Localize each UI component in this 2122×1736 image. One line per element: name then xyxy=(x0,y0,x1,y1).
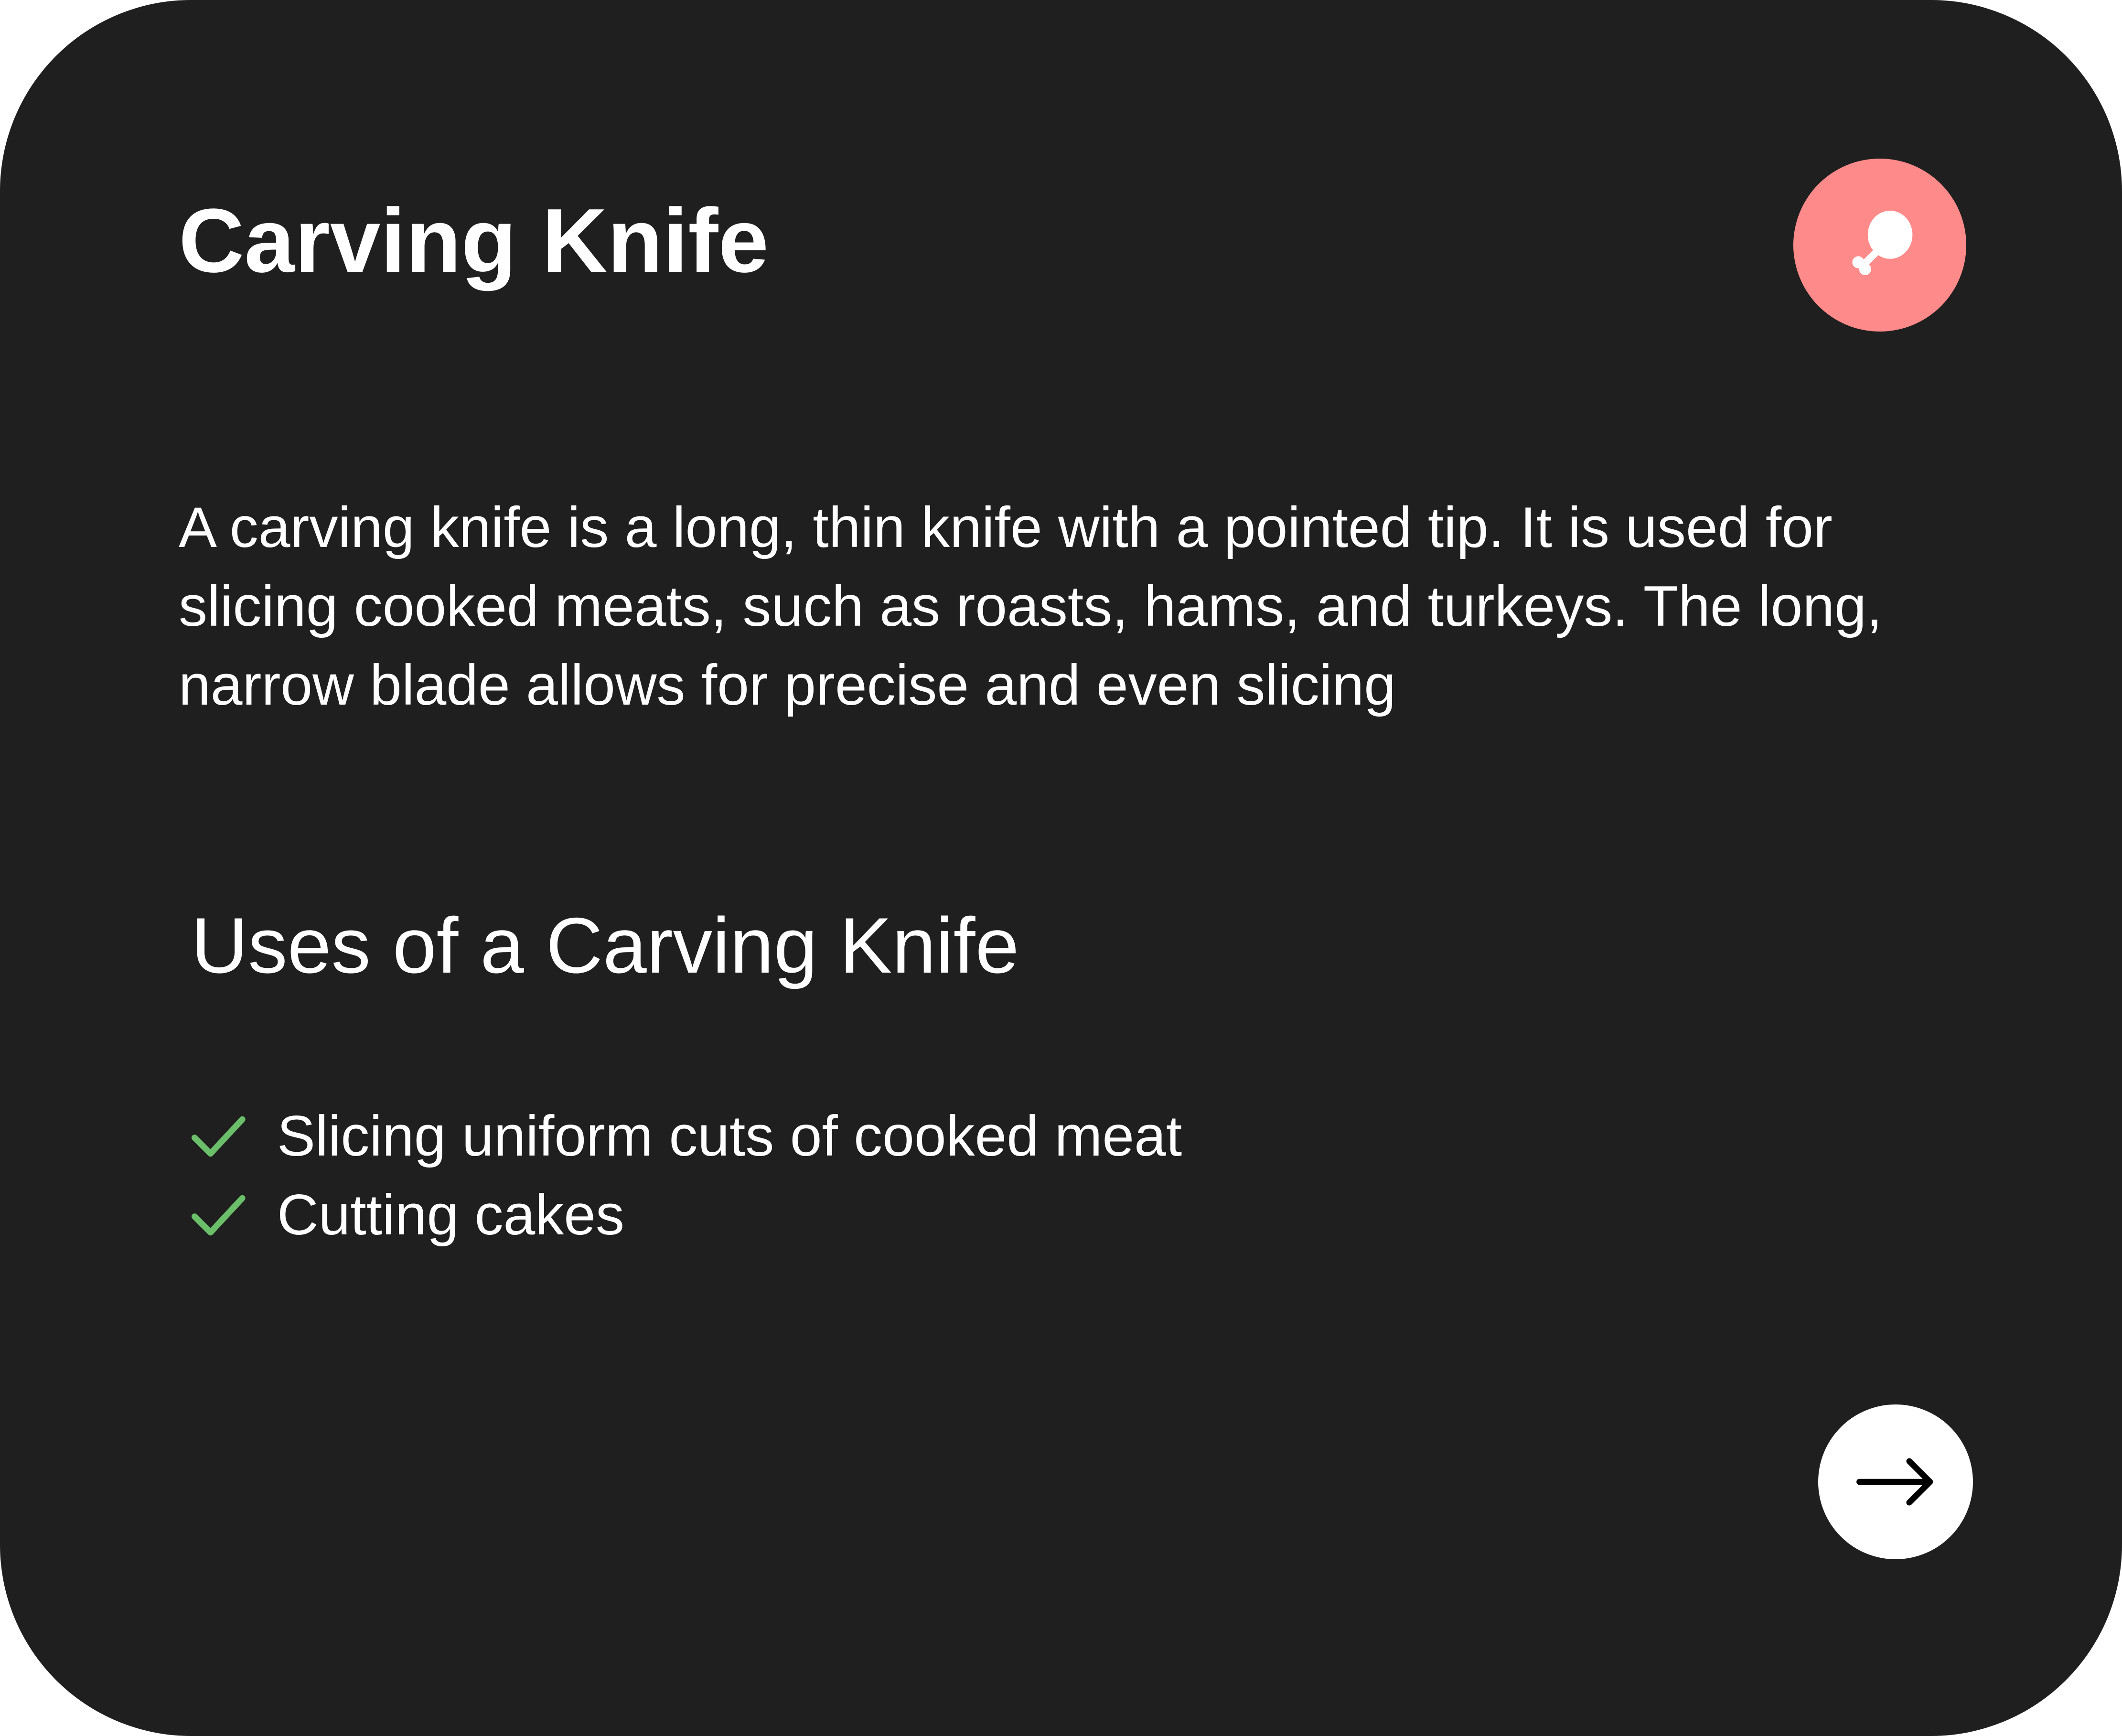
card-title: Carving Knife xyxy=(179,190,769,291)
check-icon xyxy=(191,1195,246,1235)
use-item-text: Slicing uniform cuts of cooked meat xyxy=(277,1104,1182,1168)
knife-card: Carving Knife A carving knife is a long,… xyxy=(0,0,2122,1736)
check-icon xyxy=(191,1116,246,1157)
drumstick-icon xyxy=(1852,211,1913,275)
card-description: A carving knife is a long, thin knife wi… xyxy=(179,495,1883,717)
use-item-text: Cutting cakes xyxy=(277,1183,625,1247)
list-item: Slicing uniform cuts of cooked meat xyxy=(187,1097,1182,1176)
uses-list: Slicing uniform cuts of cooked meat Cutt… xyxy=(187,1097,1182,1254)
category-badge xyxy=(1793,159,1966,332)
list-item: Cutting cakes xyxy=(187,1176,1182,1254)
next-button[interactable] xyxy=(1818,1404,1973,1559)
uses-heading: Uses of a Carving Knife xyxy=(191,901,1019,989)
arrow-right-icon xyxy=(1856,1458,1933,1506)
